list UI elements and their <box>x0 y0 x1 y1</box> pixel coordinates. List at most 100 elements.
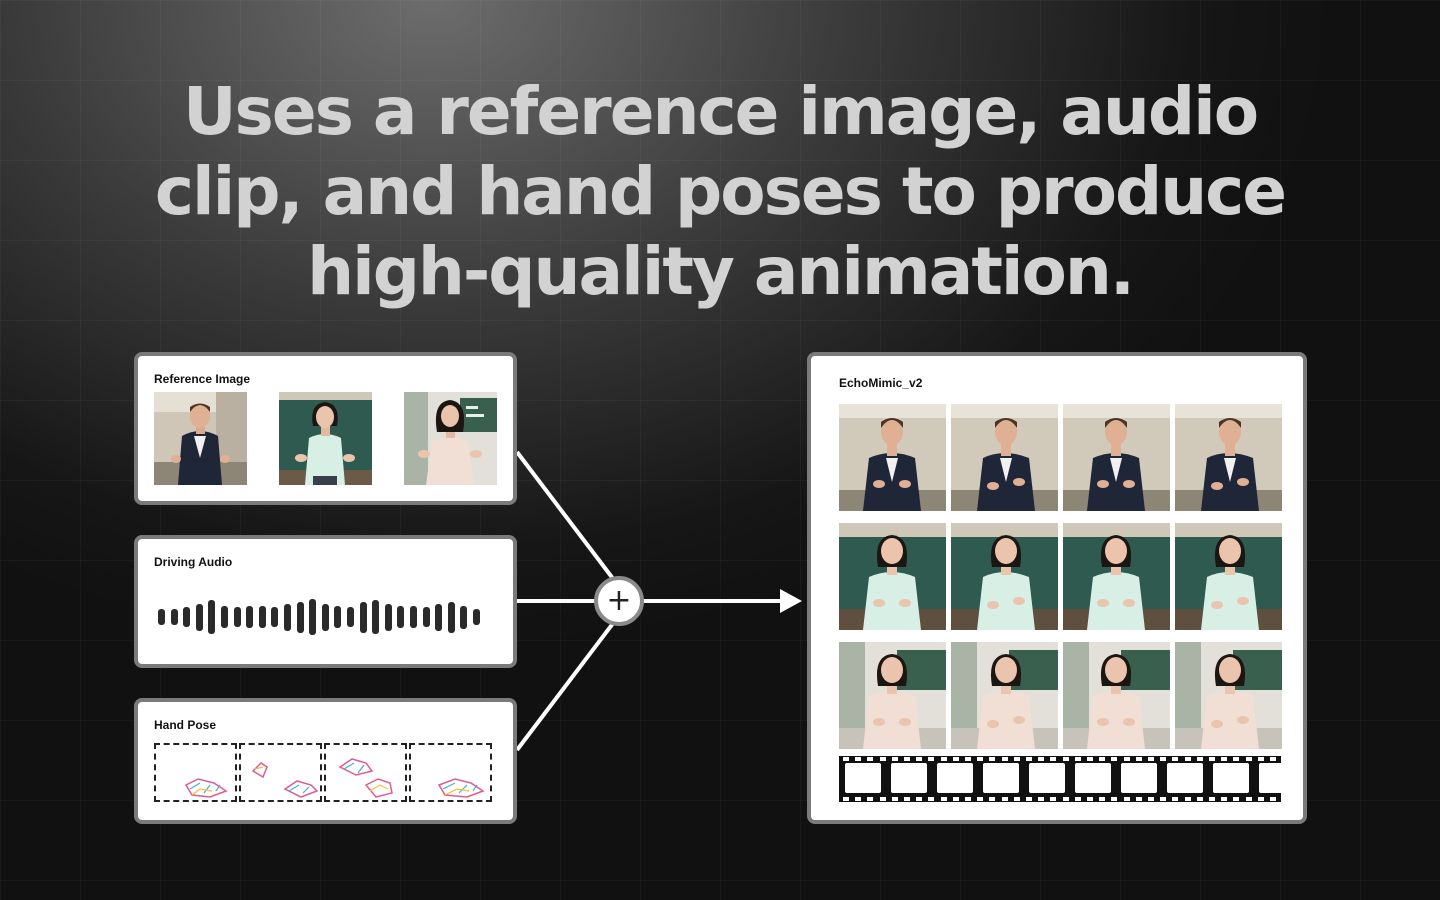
film-sprocket <box>1026 797 1032 801</box>
output-card: EchoMimic_v2 <box>807 352 1307 824</box>
film-sprocket <box>1245 797 1252 801</box>
film-sprocket <box>1026 757 1032 761</box>
film-sprocket <box>1245 757 1252 761</box>
driving-audio-card: Driving Audio <box>134 535 517 668</box>
hand-skeleton-icon <box>338 758 393 798</box>
hand-pose-frame <box>324 743 407 802</box>
film-frame <box>845 763 881 793</box>
film-sprocket <box>1196 757 1203 761</box>
output-frame <box>1063 523 1170 630</box>
audio-bar <box>284 604 291 631</box>
hand-skeleton-icon <box>184 778 228 798</box>
film-sprocket <box>1099 797 1106 801</box>
film-sprocket <box>977 797 984 801</box>
driving-audio-title: Driving Audio <box>154 555 233 569</box>
film-sprocket <box>928 797 935 801</box>
audio-bar <box>410 606 417 628</box>
output-frame <box>951 404 1058 511</box>
reference-thumb-woman-mint <box>279 392 372 485</box>
hand-pose-title: Hand Pose <box>154 718 217 732</box>
film-sprocket <box>1270 797 1276 801</box>
film-sprocket <box>879 757 886 761</box>
audio-bar <box>183 607 191 627</box>
film-frame <box>1167 763 1203 793</box>
output-frame <box>1175 523 1282 630</box>
film-sprocket <box>867 797 874 801</box>
output-frame <box>839 404 946 511</box>
hand-pose-frame <box>409 743 492 802</box>
film-sprocket <box>1233 797 1240 801</box>
film-sprocket <box>1172 757 1179 761</box>
film-sprocket <box>1221 757 1228 761</box>
output-frame <box>951 642 1058 749</box>
audio-bar <box>321 604 329 631</box>
audio-bar <box>233 607 241 627</box>
film-sprocket <box>1148 757 1154 761</box>
film-sprocket <box>904 757 910 761</box>
film-sprocket <box>1196 797 1203 801</box>
film-sprocket <box>1148 797 1154 801</box>
audio-bar <box>158 609 165 625</box>
film-sprocket <box>1209 757 1215 761</box>
audio-bar <box>296 602 304 633</box>
film-sprocket <box>977 757 984 761</box>
audio-bar <box>359 602 367 633</box>
filmstrip-icon <box>839 756 1295 802</box>
reference-thumb-man <box>154 392 247 485</box>
film-sprocket <box>1123 797 1130 801</box>
film-sprocket <box>1001 797 1008 801</box>
output-title: EchoMimic_v2 <box>839 376 923 390</box>
audio-bar <box>258 606 266 628</box>
film-frame <box>1075 763 1111 793</box>
film-sprocket <box>916 797 923 801</box>
film-sprocket <box>855 757 862 761</box>
film-sprocket <box>1135 757 1142 761</box>
film-frame <box>1213 763 1249 793</box>
film-frame <box>937 763 973 793</box>
audio-bar <box>397 606 405 628</box>
film-frame <box>1121 763 1157 793</box>
film-sprocket <box>1099 757 1106 761</box>
film-frame <box>1029 763 1065 793</box>
film-sprocket <box>965 757 971 761</box>
film-sprocket <box>891 757 898 761</box>
film-sprocket <box>843 757 849 761</box>
audio-bar <box>208 600 216 634</box>
film-sprocket <box>1074 797 1081 801</box>
audio-bar <box>372 600 380 634</box>
audio-bar <box>246 606 254 628</box>
film-sprocket <box>916 757 923 761</box>
film-sprocket <box>965 797 971 801</box>
film-sprocket <box>904 797 910 801</box>
film-sprocket <box>1184 797 1191 801</box>
output-frame <box>1063 642 1170 749</box>
film-sprocket <box>867 757 874 761</box>
film-sprocket <box>1087 797 1093 801</box>
film-sprocket <box>928 757 935 761</box>
film-sprocket <box>1184 757 1191 761</box>
connector-pose <box>515 620 616 752</box>
hand-skeleton-icon <box>251 762 319 798</box>
film-sprocket <box>1270 757 1276 761</box>
film-sprocket <box>1013 797 1020 801</box>
hand-pose-card: Hand Pose <box>134 698 517 824</box>
film-sprocket <box>1001 757 1008 761</box>
connector-reference <box>515 450 616 582</box>
arrow-right-icon <box>780 589 802 613</box>
film-sprocket <box>1172 797 1179 801</box>
audio-waveform <box>158 597 498 637</box>
plus-icon: + <box>594 576 644 626</box>
film-sprocket <box>1087 757 1093 761</box>
film-frame <box>983 763 1019 793</box>
film-sprocket <box>1111 797 1118 801</box>
film-sprocket <box>952 797 959 801</box>
film-sprocket <box>989 797 996 801</box>
film-sprocket <box>1062 757 1069 761</box>
film-sprocket <box>1221 797 1228 801</box>
film-sprocket <box>855 797 862 801</box>
audio-bar <box>309 599 317 635</box>
film-sprocket <box>1123 757 1130 761</box>
audio-bar <box>170 609 178 625</box>
film-sprocket <box>843 797 849 801</box>
film-sprocket <box>1038 797 1045 801</box>
